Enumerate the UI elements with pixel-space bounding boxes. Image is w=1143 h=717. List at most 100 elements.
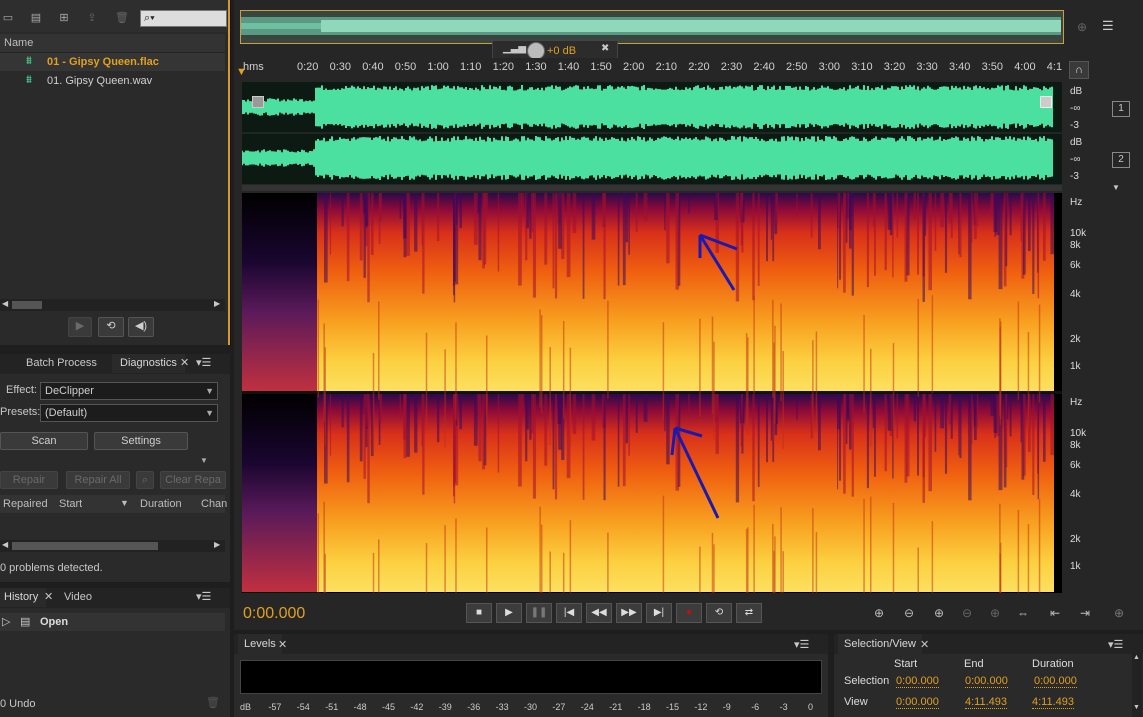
tab-selection-view[interactable]: Selection/View bbox=[838, 634, 922, 654]
scroll-right-icon[interactable]: ▶ bbox=[214, 540, 220, 549]
view-start[interactable]: 0:00.000 bbox=[896, 696, 939, 709]
scroll-left-icon[interactable]: ◀ bbox=[2, 299, 8, 308]
rewind-button[interactable]: ◀◀ bbox=[586, 603, 612, 623]
view-duration[interactable]: 4:11.493 bbox=[1032, 696, 1075, 709]
fade-in-handle-icon[interactable] bbox=[252, 96, 264, 108]
scroll-right-icon[interactable]: ▶ bbox=[214, 299, 220, 308]
results-hscrollbar[interactable]: ◀ ▶ bbox=[0, 540, 225, 552]
selection-start[interactable]: 0:00.000 bbox=[896, 675, 939, 688]
files-column-header[interactable]: Name bbox=[0, 34, 225, 53]
fade-out-handle-icon[interactable] bbox=[1040, 96, 1052, 108]
headphone-icon[interactable]: ∩ bbox=[1069, 61, 1089, 79]
spectrogram-display[interactable] bbox=[242, 193, 1062, 593]
fast-forward-button[interactable]: ▶▶ bbox=[616, 603, 642, 623]
scan-button[interactable]: Scan bbox=[0, 432, 88, 450]
zoom-selection-icon[interactable]: ⇔ bbox=[1012, 605, 1034, 621]
close-tab-icon[interactable]: ✕ bbox=[44, 588, 53, 607]
channel-2-badge[interactable]: 2 bbox=[1112, 152, 1130, 168]
stop-button[interactable]: ■ bbox=[466, 603, 492, 623]
tab-batch-process[interactable]: Batch Process bbox=[18, 354, 105, 373]
close-tab-icon[interactable]: ✕ bbox=[920, 638, 929, 651]
channel-1-badge[interactable]: 1 bbox=[1112, 101, 1130, 117]
clear-repaired-button[interactable]: Clear Repa bbox=[160, 471, 226, 489]
search-input[interactable]: ⌕▾ bbox=[140, 10, 227, 27]
zoom-problem-button[interactable]: ⌕ bbox=[136, 471, 154, 489]
record-button[interactable]: ● bbox=[676, 603, 702, 623]
vscrollbar[interactable]: ▲ ▼ bbox=[1132, 654, 1142, 717]
zoom-in-amplitude-icon[interactable]: ⊕ bbox=[868, 605, 890, 621]
selection-end[interactable]: 0:00.000 bbox=[965, 675, 1008, 688]
column-repaired[interactable]: Repaired bbox=[3, 498, 48, 510]
file-item[interactable]: ⩩ 01 - Gipsy Queen.flac bbox=[0, 53, 225, 71]
insert-icon[interactable]: ⊞ bbox=[56, 11, 72, 25]
view-end[interactable]: 4:11.493 bbox=[965, 696, 1008, 709]
tab-video[interactable]: Video bbox=[56, 588, 100, 607]
play-file-button[interactable]: ▶ bbox=[68, 317, 92, 337]
skip-selection-button[interactable]: ⇄ bbox=[736, 603, 762, 623]
pause-button[interactable]: ❚❚ bbox=[526, 603, 552, 623]
spectrogram-streak bbox=[958, 193, 960, 255]
loop-button[interactable]: ⟲ bbox=[706, 603, 732, 623]
panel-menu-icon[interactable]: ▾☰ bbox=[1108, 638, 1123, 651]
zoom-out-amplitude-icon[interactable]: ⊖ bbox=[898, 605, 920, 621]
diagnostics-panel: Batch Process Diagnostics ✕ ▾☰ Effect: D… bbox=[0, 354, 230, 582]
time-display[interactable]: 0:00.000 bbox=[243, 605, 305, 623]
column-start[interactable]: Start bbox=[59, 498, 82, 510]
column-duration[interactable]: Duration bbox=[140, 498, 182, 510]
zoom-out-full-icon[interactable]: ⊕ bbox=[984, 605, 1006, 621]
tab-levels[interactable]: Levels bbox=[238, 634, 282, 654]
trash-icon[interactable]: 🗑 bbox=[206, 696, 220, 709]
scroll-down-icon[interactable]: ▼ bbox=[1133, 704, 1140, 711]
loop-file-button[interactable]: ⟲ bbox=[98, 317, 124, 337]
trash-icon[interactable]: 🗑 bbox=[114, 11, 130, 25]
scroll-left-icon[interactable]: ◀ bbox=[2, 540, 8, 549]
history-item[interactable]: ▷ ▤ Open bbox=[0, 613, 225, 631]
scroll-thumb[interactable] bbox=[12, 301, 42, 309]
import-folder-icon[interactable]: ▤ bbox=[28, 11, 44, 25]
zoom-fit-icon[interactable]: ⊕ bbox=[1108, 605, 1130, 621]
zoom-in-time-icon[interactable]: ⊕ bbox=[928, 605, 950, 621]
settings-button[interactable]: Settings bbox=[94, 432, 188, 450]
pin-icon[interactable]: ✖ bbox=[601, 43, 609, 54]
export-icon[interactable]: ⇪ bbox=[84, 11, 100, 25]
spectrogram-streak bbox=[837, 394, 839, 490]
panel-menu-icon[interactable]: ▾☰ bbox=[196, 354, 211, 373]
spectrogram-streak bbox=[863, 314, 865, 413]
view-splitter[interactable] bbox=[242, 185, 1062, 191]
autoplay-button[interactable]: ◀) bbox=[128, 317, 154, 337]
play-button[interactable]: ▶ bbox=[496, 603, 522, 623]
zoom-out-time-icon[interactable]: ⊖ bbox=[956, 605, 978, 621]
document-icon: ▤ bbox=[20, 616, 31, 628]
waveform-display[interactable] bbox=[242, 82, 1062, 184]
panel-menu-icon[interactable]: ▾☰ bbox=[196, 588, 211, 607]
repair-button[interactable]: Repair bbox=[0, 471, 58, 489]
effect-select[interactable]: DeClipper ▼ bbox=[40, 382, 218, 400]
column-channel[interactable]: Chan bbox=[201, 498, 227, 510]
time-ruler[interactable] bbox=[234, 58, 1064, 80]
list-view-icon[interactable]: ☰ bbox=[1102, 18, 1114, 34]
zoom-reset-icon[interactable]: ⊕ bbox=[1077, 20, 1087, 34]
panel-menu-icon[interactable]: ▾☰ bbox=[794, 638, 809, 651]
go-to-end-button[interactable]: ▶| bbox=[646, 603, 672, 623]
repair-all-button[interactable]: Repair All bbox=[66, 471, 130, 489]
presets-select[interactable]: (Default) ▼ bbox=[40, 404, 218, 422]
close-tab-icon[interactable]: ✕ bbox=[278, 638, 287, 651]
open-folder-icon[interactable]: ▭ bbox=[0, 11, 16, 25]
scroll-up-icon[interactable]: ▲ bbox=[1133, 654, 1140, 661]
tab-diagnostics[interactable]: Diagnostics bbox=[112, 354, 185, 373]
files-hscrollbar[interactable]: ◀ ▶ bbox=[0, 299, 225, 311]
zoom-left-edge-icon[interactable]: ⇤ bbox=[1044, 605, 1066, 621]
spectrogram-streak bbox=[549, 346, 551, 445]
go-to-start-button[interactable]: |◀ bbox=[556, 603, 582, 623]
selection-duration[interactable]: 0:00.000 bbox=[1034, 675, 1077, 688]
collapse-arrow-icon[interactable]: ▼ bbox=[200, 456, 208, 465]
level-meter[interactable] bbox=[240, 660, 822, 694]
file-item[interactable]: ⩩ 01. Gipsy Queen.wav bbox=[0, 72, 225, 90]
zoom-right-edge-icon[interactable]: ⇥ bbox=[1074, 605, 1096, 621]
scroll-thumb[interactable] bbox=[12, 542, 158, 550]
overview-bar[interactable] bbox=[240, 10, 1064, 44]
tab-history[interactable]: History bbox=[0, 588, 47, 607]
splitter-arrow-icon[interactable]: ▼ bbox=[1112, 183, 1120, 192]
close-tab-icon[interactable]: ✕ bbox=[180, 354, 189, 373]
spectrogram-streak bbox=[453, 394, 455, 487]
